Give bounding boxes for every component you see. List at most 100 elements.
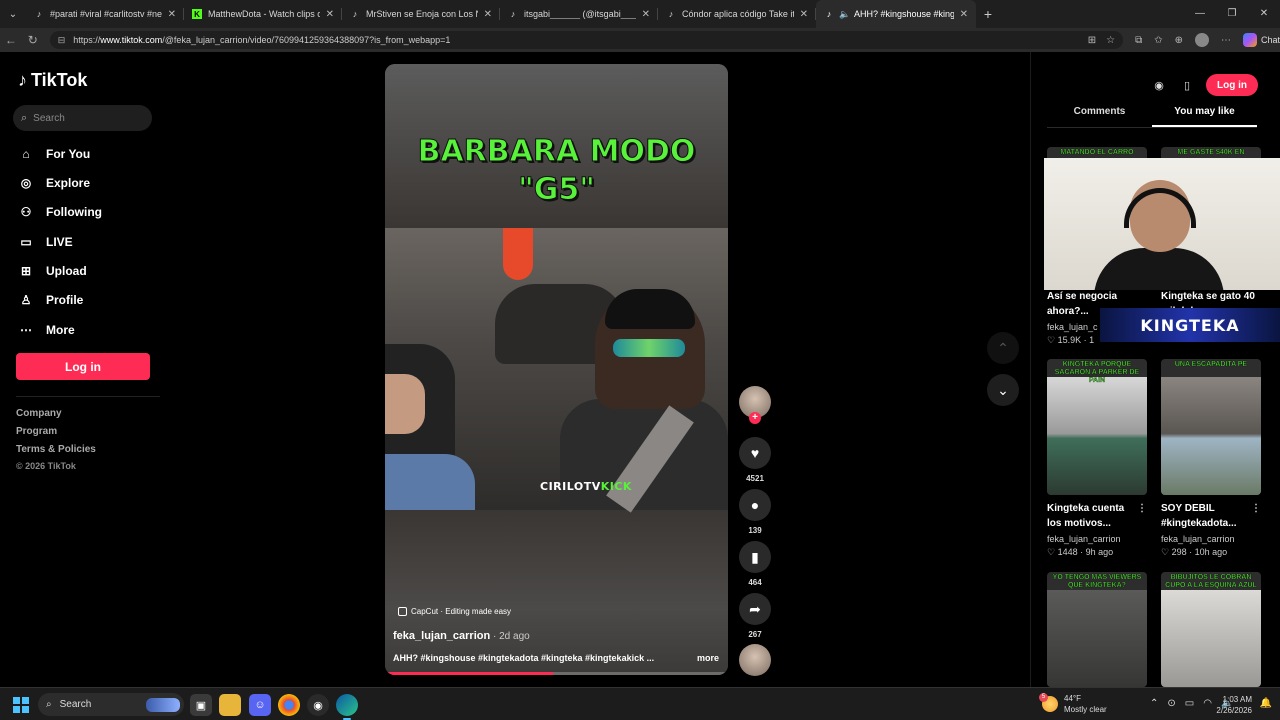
video-description[interactable]: AHH? #kingshouse #kingtekadota #kingteka… xyxy=(393,653,654,663)
sidebar-item-explore[interactable]: ◎ Explore xyxy=(18,175,90,191)
video-player[interactable]: BARBARA MODO "G5" CIRILOTVKICK CapCut · … xyxy=(385,64,728,675)
windows-start-icon[interactable] xyxy=(13,697,29,713)
video-thumbnail[interactable]: YO TENGO MAS VIEWERS QUE KINGTEKA? xyxy=(1047,572,1147,687)
sidebar-item-more[interactable]: ⋯ More xyxy=(18,322,75,338)
footer-link-company[interactable]: Company xyxy=(16,408,62,419)
recommended-video-card[interactable]: BIBUJITOS LE COBRAN CUPO A LA ESQUINA AZ… xyxy=(1161,572,1261,687)
tab-actions-menu-icon[interactable]: ⌄ xyxy=(0,0,26,28)
collections-icon[interactable]: ⊕ xyxy=(1175,35,1183,46)
browser-tab[interactable]: K MatthewDota - Watch clips on Kick ✕ xyxy=(184,0,342,28)
browser-tab[interactable]: ♪ Cóndor aplica código Take it con M ✕ xyxy=(658,0,816,28)
previous-video-button[interactable]: ⌃ xyxy=(987,332,1019,364)
footer-link-terms[interactable]: Terms & Policies xyxy=(16,444,96,455)
close-tab-icon[interactable]: ✕ xyxy=(960,9,968,20)
wifi-icon[interactable]: ◠ xyxy=(1203,698,1212,709)
url-path: /@feka_lujan_carrion/video/7609941259364… xyxy=(162,35,451,45)
video-thumbnail[interactable]: UNA ESCAPADITA PE xyxy=(1161,359,1261,495)
share-button[interactable]: ➦ xyxy=(739,593,771,625)
browser-tab-active[interactable]: ♪ 🔈 AHH? #kingshouse #kingteka ✕ xyxy=(816,0,976,28)
video-thumbnail[interactable]: KINGTEKA PORQUE SACARON A PARKER DE PAIN xyxy=(1047,359,1147,495)
tab-comments[interactable]: Comments xyxy=(1047,106,1152,127)
comment-count: 139 xyxy=(748,526,762,535)
taskbar-search[interactable]: ⌕ Search xyxy=(38,693,184,716)
app-available-icon[interactable]: ⊞ xyxy=(1088,35,1096,46)
next-video-button[interactable]: ⌄ xyxy=(987,374,1019,406)
tab-you-may-like[interactable]: You may like xyxy=(1152,106,1257,127)
like-button[interactable]: ♥ xyxy=(739,437,771,469)
site-info-icon[interactable]: ⊟ xyxy=(58,35,66,46)
settings-more-icon[interactable]: ⋯ xyxy=(1221,35,1231,46)
sidebar-item-upload[interactable]: ⊞ Upload xyxy=(18,263,87,279)
profile-avatar[interactable] xyxy=(1194,33,1209,47)
sidebar-item-profile[interactable]: ♙ Profile xyxy=(18,292,84,308)
edge-icon[interactable] xyxy=(336,694,358,720)
browser-tab[interactable]: ♪ #parati #viral #carlitostv #neutro ✕ xyxy=(26,0,184,28)
microphone-icon[interactable]: ⊙ xyxy=(1167,698,1175,709)
chevron-down-icon: ⌄ xyxy=(997,381,1009,398)
weather-widget[interactable]: 5 44°F Mostly clear xyxy=(1039,693,1107,715)
follow-plus-icon[interactable]: + xyxy=(749,412,761,424)
chrome-icon[interactable] xyxy=(278,694,300,716)
card-author[interactable]: feka_lujan_carrion xyxy=(1047,534,1147,544)
video-author[interactable]: feka_lujan_carrion xyxy=(393,630,490,642)
sidebar-item-following[interactable]: ⚇ Following xyxy=(18,204,102,220)
new-tab-icon[interactable]: + xyxy=(976,6,1000,22)
save-button[interactable]: ▮ xyxy=(739,541,771,573)
coins-icon[interactable]: ◉ xyxy=(1150,76,1168,94)
taskbar-clock[interactable]: 1:03 AM 2/26/2026 xyxy=(1216,694,1252,716)
recommended-video-card[interactable]: KINGTEKA PORQUE SACARON A PARKER DE PAIN… xyxy=(1047,359,1147,558)
task-view-icon[interactable]: ▣ xyxy=(190,694,212,716)
close-tab-icon[interactable]: ✕ xyxy=(326,9,334,20)
notification-bell-icon[interactable]: 🔔 xyxy=(1260,698,1272,709)
obs-icon[interactable]: ◉ xyxy=(307,694,329,716)
stream-watermark: CIRILOTVKICK xyxy=(540,480,632,493)
plus-square-icon: ⊞ xyxy=(20,264,32,278)
video-thumbnail[interactable]: BIBUJITOS LE COBRAN CUPO A LA ESQUINA AZ… xyxy=(1161,572,1261,687)
sound-avatar[interactable] xyxy=(739,644,771,676)
card-author[interactable]: feka_lujan_carrion xyxy=(1161,534,1261,544)
extensions-icon[interactable]: ⧉ xyxy=(1135,35,1142,46)
card-menu-icon[interactable]: ⋮ xyxy=(1251,501,1261,531)
video-author-row: feka_lujan_carrion · 2d ago xyxy=(393,630,530,642)
close-tab-icon[interactable]: ✕ xyxy=(800,9,808,20)
comment-button[interactable]: ● xyxy=(739,489,771,521)
close-tab-icon[interactable]: ✕ xyxy=(484,9,492,20)
url-field[interactable]: ⊟ https://www.tiktok.com/@feka_lujan_car… xyxy=(49,31,1124,49)
search-input[interactable]: ⌕ Search xyxy=(13,105,152,131)
close-window-icon[interactable]: ✕ xyxy=(1248,0,1280,28)
bookmark-icon: ▮ xyxy=(751,548,759,565)
back-icon[interactable]: ← xyxy=(0,33,22,47)
save-count: 464 xyxy=(748,578,762,587)
favorite-star-icon[interactable]: ☆ xyxy=(1106,35,1115,46)
weather-desc: Mostly clear xyxy=(1064,705,1107,714)
file-explorer-icon[interactable] xyxy=(219,694,241,716)
description-more-link[interactable]: more xyxy=(697,653,719,663)
browser-tab[interactable]: ♪ MrStiven se Enoja con Los Noticie ✕ xyxy=(342,0,500,28)
sidebar-item-for-you[interactable]: ⌂ For You xyxy=(18,146,90,162)
footer-link-program[interactable]: Program xyxy=(16,426,57,437)
streamer-webcam-overlay xyxy=(1044,158,1280,290)
header-login-button[interactable]: Log in xyxy=(1206,74,1258,96)
phone-icon[interactable]: ▯ xyxy=(1178,76,1196,94)
copilot-button[interactable]: Chat xyxy=(1242,33,1280,47)
search-icon: ⌕ xyxy=(21,111,28,124)
restore-icon[interactable]: ❐ xyxy=(1216,0,1248,28)
card-menu-icon[interactable]: ⋮ xyxy=(1137,501,1147,531)
video-progress-bar[interactable] xyxy=(385,672,728,675)
close-tab-icon[interactable]: ✕ xyxy=(642,9,650,20)
discord-icon[interactable]: ☺ xyxy=(249,694,271,716)
favorites-icon[interactable]: ✩ xyxy=(1154,35,1162,46)
tray-overflow-icon[interactable]: ⌃ xyxy=(1150,698,1158,709)
tiktok-logo[interactable]: ♪ TikTok xyxy=(18,70,87,91)
browser-tab[interactable]: ♪ itsgabi______ (@itsgabi______) | ✕ xyxy=(500,0,658,28)
capcut-tag[interactable]: CapCut · Editing made easy xyxy=(398,607,511,616)
close-tab-icon[interactable]: ✕ xyxy=(168,9,176,20)
refresh-icon[interactable]: ↻ xyxy=(22,33,44,47)
sidebar-item-live[interactable]: ▭ LIVE xyxy=(18,234,72,250)
speaker-icon[interactable]: 🔈 xyxy=(839,9,850,19)
recommended-video-card[interactable]: UNA ESCAPADITA PE SOY DEBIL #kingtekadot… xyxy=(1161,359,1261,558)
minimize-icon[interactable]: — xyxy=(1184,0,1216,28)
display-icon[interactable]: ▭ xyxy=(1185,698,1194,709)
recommended-video-card[interactable]: YO TENGO MAS VIEWERS QUE KINGTEKA? xyxy=(1047,572,1147,687)
sidebar-login-button[interactable]: Log in xyxy=(16,353,150,380)
